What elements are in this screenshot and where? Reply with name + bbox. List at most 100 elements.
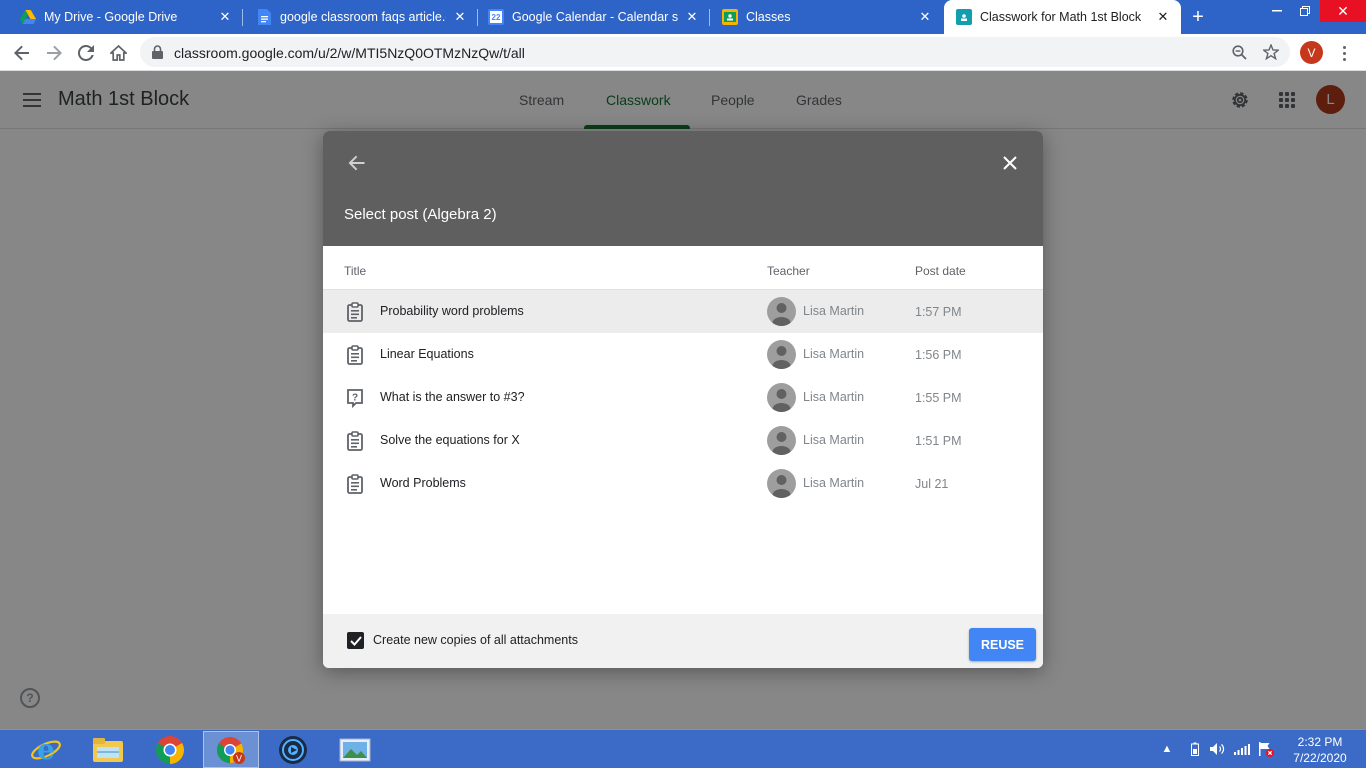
- browser-tab-title: Google Calendar - Calendar settings: [512, 10, 678, 24]
- network-signal-icon[interactable]: [1232, 736, 1252, 762]
- assignment-icon: [345, 345, 365, 365]
- post-date: 1:55 PM: [915, 391, 962, 405]
- show-hidden-icons-button[interactable]: ▲: [1160, 736, 1174, 762]
- reload-button[interactable]: [73, 40, 99, 66]
- post-row[interactable]: Probability word problems Lisa Martin 1:57…: [323, 290, 1043, 333]
- restore-icon: [1300, 6, 1310, 16]
- post-teacher: Lisa Martin: [803, 304, 865, 318]
- post-title: Probability word problems: [380, 304, 524, 318]
- close-window-button[interactable]: ✕: [1320, 0, 1366, 22]
- assignment-icon: [345, 474, 365, 494]
- google-calendar-icon: 22: [488, 9, 504, 25]
- teacher-avatar-icon: [767, 426, 796, 455]
- post-date: Jul 21: [915, 477, 949, 491]
- column-header-post-date: Post date: [915, 264, 966, 278]
- browser-tab-title: google classroom faqs article.docx: [280, 10, 446, 24]
- close-icon[interactable]: ✕: [917, 9, 933, 25]
- browser-tab-google-drive[interactable]: My Drive - Google Drive ✕: [0, 0, 243, 34]
- post-title: Linear Equations: [380, 347, 474, 361]
- browser-toolbar: classroom.google.com/u/2/w/MTI5NzQ0OTMzN…: [0, 34, 1366, 71]
- dialog-footer: Create new copies of all attachments REU…: [323, 614, 1043, 668]
- teacher-avatar-icon: [767, 469, 796, 498]
- arrow-left-icon: [14, 45, 29, 61]
- photo-viewer-icon[interactable]: [327, 731, 383, 768]
- copy-attachments-checkbox[interactable]: [347, 632, 364, 649]
- post-title: What is the answer to #3?: [380, 390, 525, 404]
- lock-icon[interactable]: [152, 45, 163, 64]
- post-teacher: Lisa Martin: [803, 476, 865, 490]
- browser-tab-classes[interactable]: Classes ✕: [710, 0, 943, 34]
- close-icon[interactable]: ✕: [217, 9, 233, 25]
- assignment-icon: [345, 302, 365, 322]
- reuse-button[interactable]: REUSE: [969, 628, 1036, 661]
- post-title: Solve the equations for X: [380, 433, 520, 447]
- post-row[interactable]: Linear Equations Lisa Martin 1:56 PM: [323, 333, 1043, 376]
- dialog-header: Select post (Algebra 2): [323, 131, 1043, 246]
- home-button[interactable]: [105, 40, 131, 66]
- google-drive-icon: [20, 9, 36, 25]
- internet-explorer-icon[interactable]: e: [18, 731, 74, 768]
- google-classroom-icon: [956, 9, 972, 25]
- bookmark-star-icon[interactable]: [1261, 42, 1281, 62]
- post-row[interactable]: ? What is the answer to #3? Lisa Martin 1:5…: [323, 376, 1043, 419]
- browser-tab-title: Classes: [746, 10, 791, 24]
- reload-icon: [78, 45, 94, 61]
- browser-tab-title: Classwork for Math 1st Block: [980, 10, 1142, 24]
- address-bar[interactable]: classroom.google.com/u/2/w/MTI5NzQ0OTMzN…: [140, 37, 1290, 67]
- teacher-avatar-icon: [767, 340, 796, 369]
- svg-text:?: ?: [352, 393, 358, 404]
- browser-tab-google-docs[interactable]: google classroom faqs article.docx ✕: [243, 0, 478, 34]
- post-row[interactable]: Solve the equations for X Lisa Martin 1:51…: [323, 419, 1043, 462]
- post-teacher: Lisa Martin: [803, 390, 865, 404]
- restore-window-button[interactable]: [1292, 0, 1318, 22]
- clock-time: 2:32 PM: [1297, 735, 1343, 749]
- dialog-back-button[interactable]: [343, 150, 369, 176]
- browser-tab-title: My Drive - Google Drive: [44, 10, 178, 24]
- question-icon: ?: [345, 388, 365, 409]
- close-icon[interactable]: ✕: [684, 9, 700, 25]
- url-text[interactable]: classroom.google.com/u/2/w/MTI5NzQ0OTMzN…: [174, 45, 525, 61]
- copy-attachments-label[interactable]: Create new copies of all attachments: [373, 633, 578, 647]
- post-date: 1:57 PM: [915, 305, 962, 319]
- calendar-day-number: 22: [491, 12, 501, 22]
- post-title: Word Problems: [380, 476, 466, 490]
- post-teacher: Lisa Martin: [803, 433, 865, 447]
- action-center-flag-icon[interactable]: [1256, 736, 1276, 762]
- volume-icon[interactable]: [1207, 736, 1227, 762]
- svg-text:e: e: [37, 735, 55, 765]
- media-app-icon[interactable]: [265, 731, 321, 768]
- teacher-avatar-icon: [767, 383, 796, 412]
- google-docs-icon: [256, 9, 272, 25]
- google-classroom-icon: [722, 9, 738, 25]
- browser-tab-google-calendar[interactable]: 22 Google Calendar - Calendar settings ✕: [478, 0, 710, 34]
- minimize-icon: [1272, 10, 1282, 12]
- post-date: 1:51 PM: [915, 434, 962, 448]
- chrome-profile-window-icon[interactable]: V: [203, 731, 259, 768]
- arrow-right-icon: [47, 45, 62, 61]
- back-button[interactable]: [9, 40, 35, 66]
- system-clock[interactable]: 2:32 PM 7/22/2020: [1280, 734, 1360, 766]
- zoom-icon[interactable]: [1229, 42, 1249, 62]
- checkmark-icon: [349, 635, 362, 646]
- file-explorer-icon[interactable]: [80, 731, 136, 768]
- minimize-window-button[interactable]: [1264, 0, 1290, 22]
- chrome-profile-avatar[interactable]: V: [1300, 41, 1323, 64]
- forward-button[interactable]: [41, 40, 67, 66]
- browser-tab-classwork[interactable]: Classwork for Math 1st Block ✕: [944, 0, 1181, 34]
- arrow-left-icon: [348, 155, 364, 171]
- battery-icon[interactable]: [1188, 736, 1202, 762]
- dialog-close-button[interactable]: [998, 151, 1022, 175]
- close-icon[interactable]: ✕: [1155, 9, 1171, 25]
- new-tab-button[interactable]: +: [1186, 6, 1210, 28]
- chrome-menu-button[interactable]: [1334, 42, 1354, 64]
- chrome-icon[interactable]: [142, 731, 198, 768]
- browser-tab-strip: My Drive - Google Drive ✕ google classro…: [0, 0, 1366, 34]
- column-header-title: Title: [344, 264, 367, 278]
- post-date: 1:56 PM: [915, 348, 962, 362]
- post-row[interactable]: Word Problems Lisa Martin Jul 21: [323, 462, 1043, 505]
- assignment-icon: [345, 431, 365, 451]
- dialog-title: Select post (Algebra 2): [344, 206, 497, 223]
- column-header-teacher: Teacher: [767, 264, 810, 278]
- close-icon[interactable]: ✕: [452, 9, 468, 25]
- close-icon: [1003, 156, 1017, 170]
